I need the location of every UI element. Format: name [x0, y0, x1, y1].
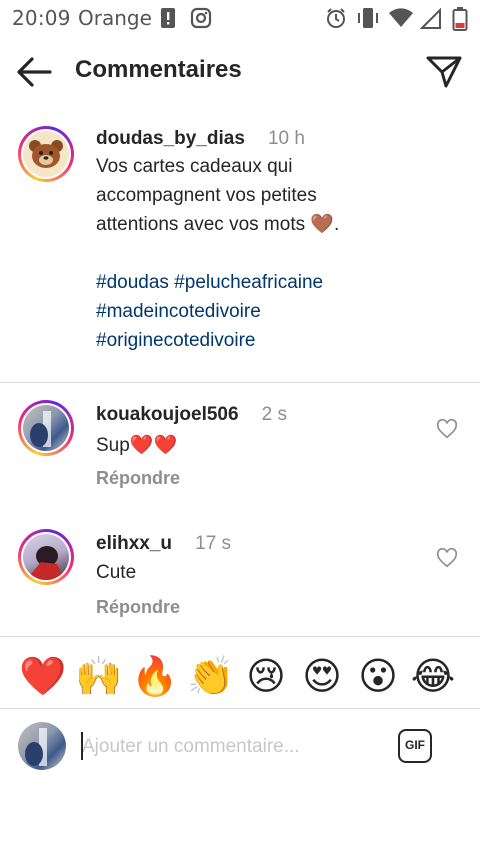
caption-line: attentions avec vos mots 🤎.: [96, 214, 340, 235]
gif-button[interactable]: GIF: [398, 729, 432, 763]
hashtag-link[interactable]: #originecotedivoire: [96, 326, 466, 355]
hashtag-link[interactable]: #madeincotedivoire: [96, 297, 466, 326]
arrow-left-icon: [17, 57, 52, 87]
page-title: Commentaires: [75, 56, 242, 83]
like-comment-button[interactable]: [436, 418, 458, 440]
caption-username[interactable]: doudas_by_dias: [96, 128, 245, 149]
status-carrier: Orange: [78, 6, 152, 30]
comment-username[interactable]: kouakoujoel506: [96, 404, 239, 425]
alarm-icon: [325, 7, 347, 33]
avatar[interactable]: [18, 126, 74, 182]
avatar[interactable]: [18, 400, 74, 456]
instagram-icon: [190, 7, 212, 33]
emoji-crying-button[interactable]: 😢: [242, 652, 290, 700]
divider: [0, 708, 480, 709]
wifi-icon: [388, 7, 414, 33]
signal-icon: [419, 7, 442, 33]
battery-icon: [452, 7, 468, 35]
status-bar: 20:09 Orange: [0, 0, 480, 38]
emoji-fire-button[interactable]: 🔥: [131, 652, 179, 700]
divider: [0, 636, 480, 637]
reply-button[interactable]: Répondre: [96, 468, 180, 489]
profile-photo-icon: [29, 546, 65, 580]
current-user-avatar: [18, 722, 66, 770]
comment-text: Cute: [96, 562, 137, 583]
emoji-laughing-button[interactable]: 😂: [409, 652, 457, 700]
heart-outline-icon: [436, 418, 458, 439]
paper-plane-icon: [426, 56, 462, 88]
teddy-bear-icon: [29, 140, 63, 168]
comment-time: 17 s: [195, 533, 232, 554]
heart-outline-icon: [436, 547, 458, 568]
back-button[interactable]: [14, 54, 58, 90]
caption-line: Vos cartes cadeaux qui: [96, 156, 293, 177]
profile-photo-icon: [25, 728, 47, 766]
profile-photo-icon: [30, 411, 51, 447]
reply-button[interactable]: Répondre: [96, 597, 180, 618]
quick-emoji-bar: ❤️ 🙌 🔥 👏 😢 😍 😮 😂: [0, 648, 480, 704]
hashtag-link[interactable]: #doudas #pelucheafricaine: [96, 268, 466, 297]
comment-item: kouakoujoel506 2 s Sup❤️❤️ Répondre: [0, 400, 480, 510]
divider: [0, 382, 480, 383]
header: Commentaires: [0, 40, 480, 106]
comment-time: 2 s: [261, 404, 288, 425]
caption-time: 10 h: [267, 128, 305, 149]
comment-text: Sup❤️❤️: [96, 435, 178, 456]
status-time: 20:09: [12, 6, 71, 30]
hashtags: #doudas #pelucheafricaine #madeincotediv…: [96, 268, 466, 355]
emoji-raised-hands-button[interactable]: 🙌: [75, 652, 123, 700]
sim-alert-icon: [160, 7, 176, 33]
emoji-surprised-button[interactable]: 😮: [354, 652, 402, 700]
comment-username[interactable]: elihxx_u: [96, 533, 172, 554]
emoji-heart-button[interactable]: ❤️: [19, 652, 67, 700]
like-comment-button[interactable]: [436, 547, 458, 569]
caption-line: accompagnent vos petites: [96, 185, 317, 206]
emoji-clap-button[interactable]: 👏: [187, 652, 235, 700]
share-button[interactable]: [424, 54, 464, 90]
comment-item: elihxx_u 17 s Cute Répondre: [0, 529, 480, 639]
avatar[interactable]: [18, 529, 74, 585]
vibrate-icon: [356, 7, 380, 33]
comment-input[interactable]: [80, 732, 380, 762]
emoji-heart-eyes-button[interactable]: 😍: [298, 652, 346, 700]
comment-composer: GIF: [0, 712, 480, 782]
caption-body: Vos cartes cadeaux qui accompagnent vos …: [96, 152, 466, 239]
text-cursor: [81, 732, 83, 760]
